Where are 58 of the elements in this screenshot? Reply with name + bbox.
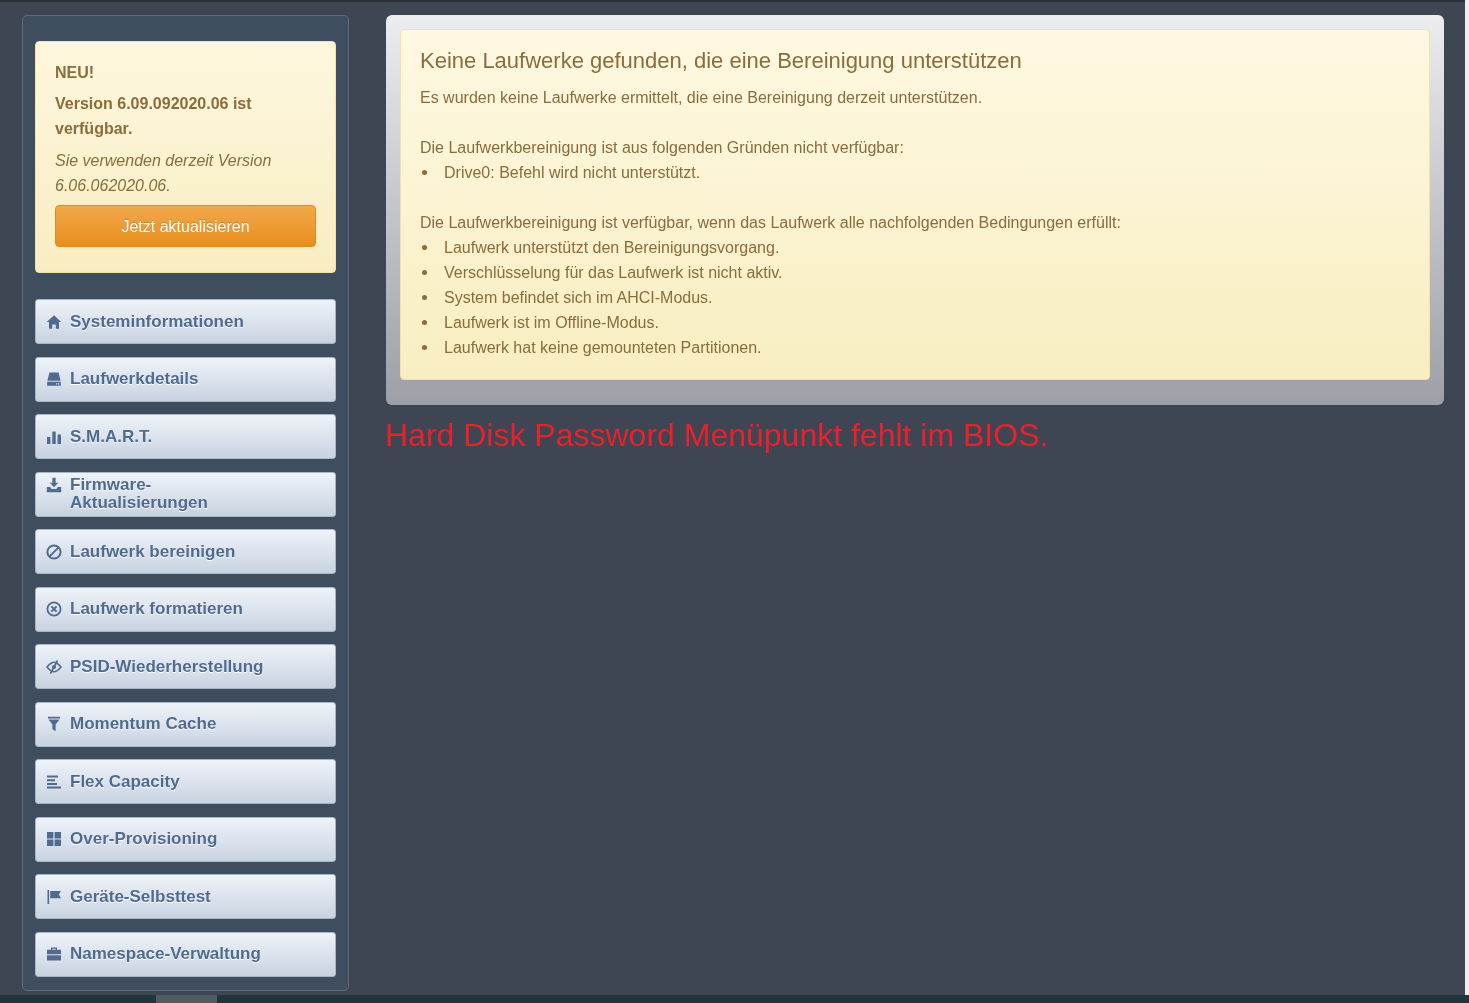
- menu-item-label: Laufwerk formatieren: [70, 600, 243, 618]
- list-item-text: Drive0: Befehl wird nicht unterstützt.: [444, 163, 701, 183]
- menu-item-label: Over-Provisioning: [70, 830, 218, 848]
- menu-item-label: Laufwerk bereinigen: [70, 542, 236, 561]
- list-item-text: System befindet sich im AHCI-Modus.: [444, 288, 713, 308]
- circle-x-icon: [46, 601, 62, 617]
- house-icon: [46, 313, 62, 330]
- download-icon: [46, 477, 62, 493]
- menu-item-label: Firmware-Aktualisierungen: [70, 476, 209, 512]
- sidebar-menu-item[interactable]: Firmware-Aktualisierungen: [35, 471, 336, 517]
- menu-item-label: Laufwerkdetails: [70, 370, 199, 388]
- menu-item-label: Momentum Cache: [70, 715, 217, 733]
- sidebar-menu-item[interactable]: Laufwerk formatieren: [35, 586, 336, 632]
- sidebar-menu-item[interactable]: Geräte-Selbsttest: [35, 874, 336, 919]
- sidebar-menu-item[interactable]: Laufwerkdetails: [35, 356, 336, 402]
- horizontal-scrollbar[interactable]: [0, 995, 1469, 1003]
- eye-slash-icon: [46, 658, 62, 675]
- sidebar-menu-item[interactable]: Laufwerk bereinigen: [35, 529, 336, 574]
- menu-item-label: Geräte-Selbsttest: [70, 887, 211, 906]
- flag-icon: [46, 888, 62, 905]
- sidebar-menu-item[interactable]: Momentum Cache: [35, 701, 336, 747]
- bullet-icon: [422, 320, 427, 325]
- list-item-text: Laufwerk unterstützt den Bereinigungsvorgang.: [444, 238, 780, 258]
- menu-item-label: PSID-Wiederherstellung: [70, 657, 264, 676]
- bullet-icon: [422, 170, 427, 175]
- sidebar-menu-item[interactable]: Systeminformationen: [35, 299, 336, 344]
- bullet-icon: [422, 245, 427, 250]
- sidebar-menu-item[interactable]: S.M.A.R.T.: [35, 414, 336, 459]
- list-item-text: Laufwerk hat keine gemounteten Partitionen.: [444, 338, 762, 358]
- message-text: Die Laufwerkbereinigung ist verfügbar, wenn das Laufwerk alle nachfolgenden Bedingungen erfüllt:: [420, 213, 1122, 233]
- annotation-text: Hard Disk Password Menüpunkt fehlt im BIOS.: [385, 416, 1050, 454]
- menu-item-label: Namespace-Verwaltung: [70, 945, 261, 963]
- sidebar-menu-item[interactable]: Flex Capacity: [35, 759, 336, 804]
- update-headline: Version 6.09.092020.06 ist verfügbar.: [55, 94, 253, 139]
- menu-item-label: Systeminformationen: [70, 312, 244, 331]
- update-badge-text: NEU!: [55, 63, 96, 83]
- funnel-icon: [46, 716, 62, 732]
- menu-item-label: S.M.A.R.T.: [70, 427, 153, 446]
- bullet-icon: [422, 295, 427, 300]
- prohibited-icon: [46, 543, 62, 560]
- list-item-text: Verschlüsselung für das Laufwerk ist nicht aktiv.: [444, 263, 783, 283]
- message-text: Es wurden keine Laufwerke ermittelt, die eine Bereinigung derzeit unterstützen.: [420, 88, 984, 108]
- menu-item-label: Flex Capacity: [70, 772, 180, 791]
- current-version-text: Sie verwenden derzeit Version 6.06.062020.06.: [55, 151, 273, 196]
- scrollbar-thumb[interactable]: [156, 995, 217, 1003]
- grid-icon: [46, 831, 62, 847]
- update-button[interactable]: Jetzt aktualisieren: [55, 205, 316, 247]
- hard-drive-icon: [46, 371, 62, 387]
- sidebar-menu-item[interactable]: Namespace-Verwaltung: [35, 931, 336, 977]
- bullet-icon: [422, 270, 427, 275]
- sidebar-menu-item[interactable]: PSID-Wiederherstellung: [35, 644, 336, 689]
- bullet-icon: [422, 345, 427, 350]
- message-text: Die Laufwerkbereinigung ist aus folgenden Gründen nicht verfügbar:: [420, 138, 905, 158]
- briefcase-icon: [46, 946, 62, 962]
- sidebar-menu-item[interactable]: Over-Provisioning: [35, 816, 336, 862]
- list-item-text: Laufwerk ist im Offline-Modus.: [444, 313, 659, 333]
- message-title: Keine Laufwerke gefunden, die eine Bereinigung unterstützen: [420, 47, 1023, 75]
- lines-icon: [46, 773, 62, 790]
